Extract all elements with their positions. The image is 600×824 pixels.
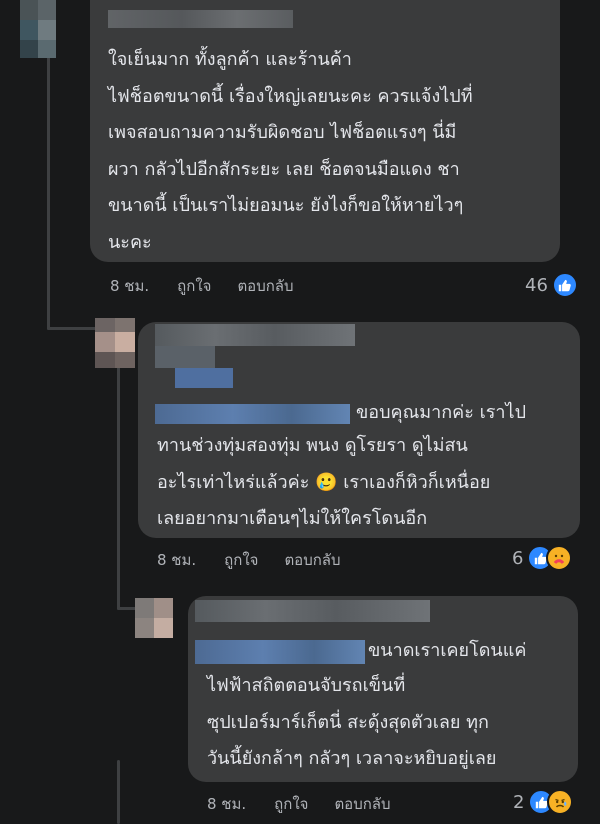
like-button[interactable]: ถูกใจ <box>224 548 258 572</box>
commenter-name-blurred[interactable] <box>108 10 293 28</box>
reaction-summary[interactable]: 6 <box>512 545 573 571</box>
comment-text-first-line: ขอบคุณมากค่ะ เราไป <box>356 402 526 423</box>
comment-time[interactable]: 8 ชม. <box>157 548 196 572</box>
reply-button[interactable]: ตอบกลับ <box>237 274 293 298</box>
like-button[interactable]: ถูกใจ <box>177 274 211 298</box>
thread-line <box>117 360 120 610</box>
avatar[interactable] <box>95 318 135 368</box>
comment-text-first-line: ขนาดเราเคยโดนแค่ <box>368 640 527 661</box>
comment-text: ไฟฟ้าสถิตตอนจับรถเข็นที่ ซุปเปอร์มาร์เก็… <box>207 675 497 769</box>
thread-line <box>47 50 50 330</box>
comment-actions: 8 ชม. ถูกใจ ตอบกลับ <box>207 792 417 816</box>
like-button[interactable]: ถูกใจ <box>274 792 308 816</box>
reply-button[interactable]: ตอบกลับ <box>334 792 390 816</box>
reaction-count: 46 <box>525 274 548 296</box>
comment-actions: 8 ชม. ถูกใจ ตอบกลับ <box>110 274 320 298</box>
care-icon <box>546 545 573 571</box>
reply-button[interactable]: ตอบกลับ <box>284 548 340 572</box>
comment-actions: 8 ชม. ถูกใจ ตอบกลับ <box>157 548 367 572</box>
avatar[interactable] <box>135 598 173 638</box>
reaction-summary[interactable]: 2 <box>513 789 574 815</box>
like-icon <box>551 272 578 298</box>
avatar[interactable] <box>20 0 72 58</box>
comment-time[interactable]: 8 ชม. <box>207 792 246 816</box>
reaction-count: 2 <box>513 791 525 813</box>
comment-time[interactable]: 8 ชม. <box>110 274 149 298</box>
comment-text: ทานช่วงทุ่มสองทุ่ม พนง ดูโรยรา ดูไม่สน อ… <box>157 435 491 529</box>
reaction-summary[interactable]: 46 <box>525 272 578 298</box>
sad-icon <box>547 789 574 815</box>
thread-line <box>47 327 97 330</box>
reaction-count: 6 <box>512 547 524 569</box>
comment-text: ใจเย็นมาก ทั้งลูกค้า และร้านค้า ไฟช็อตขน… <box>108 49 473 253</box>
thread-line <box>117 760 120 824</box>
thread-line <box>117 607 137 610</box>
commenter-name-blurred[interactable] <box>155 324 355 424</box>
